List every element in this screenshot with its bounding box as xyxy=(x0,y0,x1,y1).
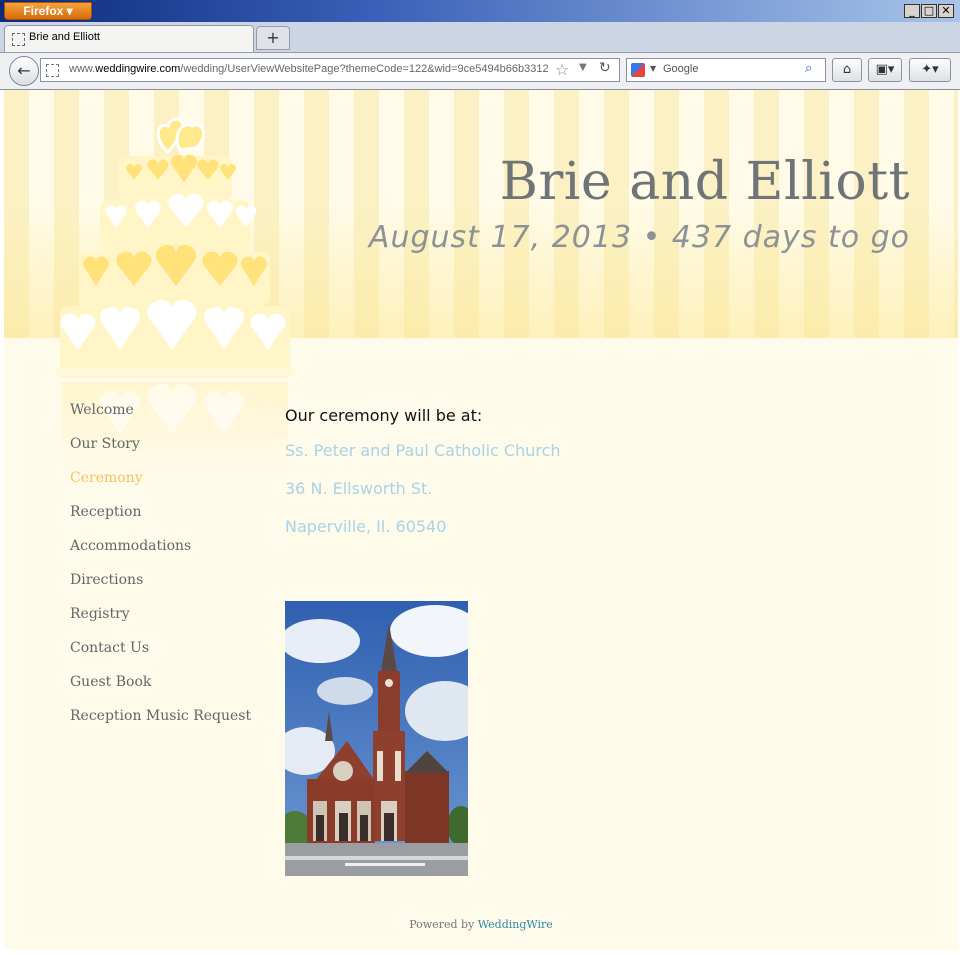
minimize-button[interactable]: _ xyxy=(904,4,920,18)
maximize-button[interactable]: □ xyxy=(921,4,937,18)
window-titlebar: Firefox ▾ _ □ ✕ xyxy=(0,0,960,22)
sidebar-item-reception-music-request[interactable]: Reception Music Request xyxy=(70,708,251,742)
google-engine-icon[interactable] xyxy=(631,63,645,77)
weddingwire-link[interactable]: WeddingWire xyxy=(478,918,553,931)
bookmarks-button[interactable]: ▣▾ xyxy=(868,58,902,82)
plus-icon: + xyxy=(266,28,280,47)
page-favicon-icon xyxy=(12,33,25,46)
sidebar-item-guest-book[interactable]: Guest Book xyxy=(70,674,251,708)
bookmarks-icon: ▣▾ xyxy=(875,62,895,77)
venue-name-link[interactable]: Ss. Peter and Paul Catholic Church xyxy=(285,441,561,463)
home-button[interactable]: ⌂ xyxy=(832,58,862,82)
home-icon: ⌂ xyxy=(842,62,852,77)
navigation-toolbar: ← www.weddingwire.com/wedding/UserViewWe… xyxy=(0,53,960,90)
couple-names-heading: Brie and Elliott xyxy=(499,152,910,212)
sidebar-item-accommodations[interactable]: Accommodations xyxy=(70,538,251,572)
url-text[interactable]: www.weddingwire.com/wedding/UserViewWebs… xyxy=(69,63,549,75)
tab-strip: Brie and Elliott + xyxy=(0,22,960,53)
history-dropdown-icon[interactable]: ▼ xyxy=(579,62,587,73)
page-viewport: Brie and Elliott August 17, 2013 • 437 d… xyxy=(4,90,958,950)
sidebar-item-contact-us[interactable]: Contact Us xyxy=(70,640,251,674)
sidebar-item-our-story[interactable]: Our Story xyxy=(70,436,251,470)
close-window-button[interactable]: ✕ xyxy=(938,4,954,18)
back-button[interactable]: ← xyxy=(9,56,39,86)
url-domain: weddingwire.com xyxy=(95,63,181,75)
church-photo xyxy=(285,601,468,876)
addon-button[interactable]: ✦▾ xyxy=(909,58,951,82)
search-icon[interactable]: ⌕ xyxy=(805,61,812,76)
engine-dropdown-icon[interactable]: ▼ xyxy=(650,64,656,73)
site-identity-icon[interactable] xyxy=(46,64,59,77)
sidebar-nav: Welcome Our Story Ceremony Reception Acc… xyxy=(70,402,251,742)
reload-icon[interactable]: ↻ xyxy=(599,60,611,76)
back-icon: ← xyxy=(17,61,31,80)
search-bar[interactable]: ▼ Google ⌕ xyxy=(626,58,826,82)
venue-city-link[interactable]: Naperville, Il. 60540 xyxy=(285,517,561,539)
firefox-menu-label: Firefox xyxy=(23,4,64,18)
sidebar-item-reception[interactable]: Reception xyxy=(70,504,251,538)
ceremony-content: Our ceremony will be at: Ss. Peter and P… xyxy=(285,406,561,555)
wedding-date-countdown: August 17, 2013 • 437 days to go xyxy=(368,220,910,255)
url-bar[interactable]: www.weddingwire.com/wedding/UserViewWebs… xyxy=(40,58,620,82)
venue-street-link[interactable]: 36 N. Ellsworth St. xyxy=(285,479,561,501)
firefox-menu-button[interactable]: Firefox ▾ xyxy=(4,2,92,20)
powered-by-text: Powered by xyxy=(409,918,475,931)
url-prefix: www. xyxy=(69,63,96,75)
star-icon[interactable]: ☆ xyxy=(555,60,569,79)
tab-title: Brie and Elliott xyxy=(29,31,100,43)
url-path: /wedding/UserViewWebsitePage?themeCode=1… xyxy=(180,63,549,75)
tab-brie-and-elliott[interactable]: Brie and Elliott xyxy=(4,25,254,52)
sidebar-item-directions[interactable]: Directions xyxy=(70,572,251,606)
footer: Powered by WeddingWire xyxy=(4,918,958,931)
search-input[interactable]: Google xyxy=(663,63,698,75)
ceremony-intro: Our ceremony will be at: xyxy=(285,406,483,425)
sidebar-item-ceremony[interactable]: Ceremony xyxy=(70,470,251,504)
sidebar-item-registry[interactable]: Registry xyxy=(70,606,251,640)
sidebar-item-welcome[interactable]: Welcome xyxy=(70,402,251,436)
new-tab-button[interactable]: + xyxy=(256,26,290,50)
addon-icon: ✦▾ xyxy=(921,62,939,77)
